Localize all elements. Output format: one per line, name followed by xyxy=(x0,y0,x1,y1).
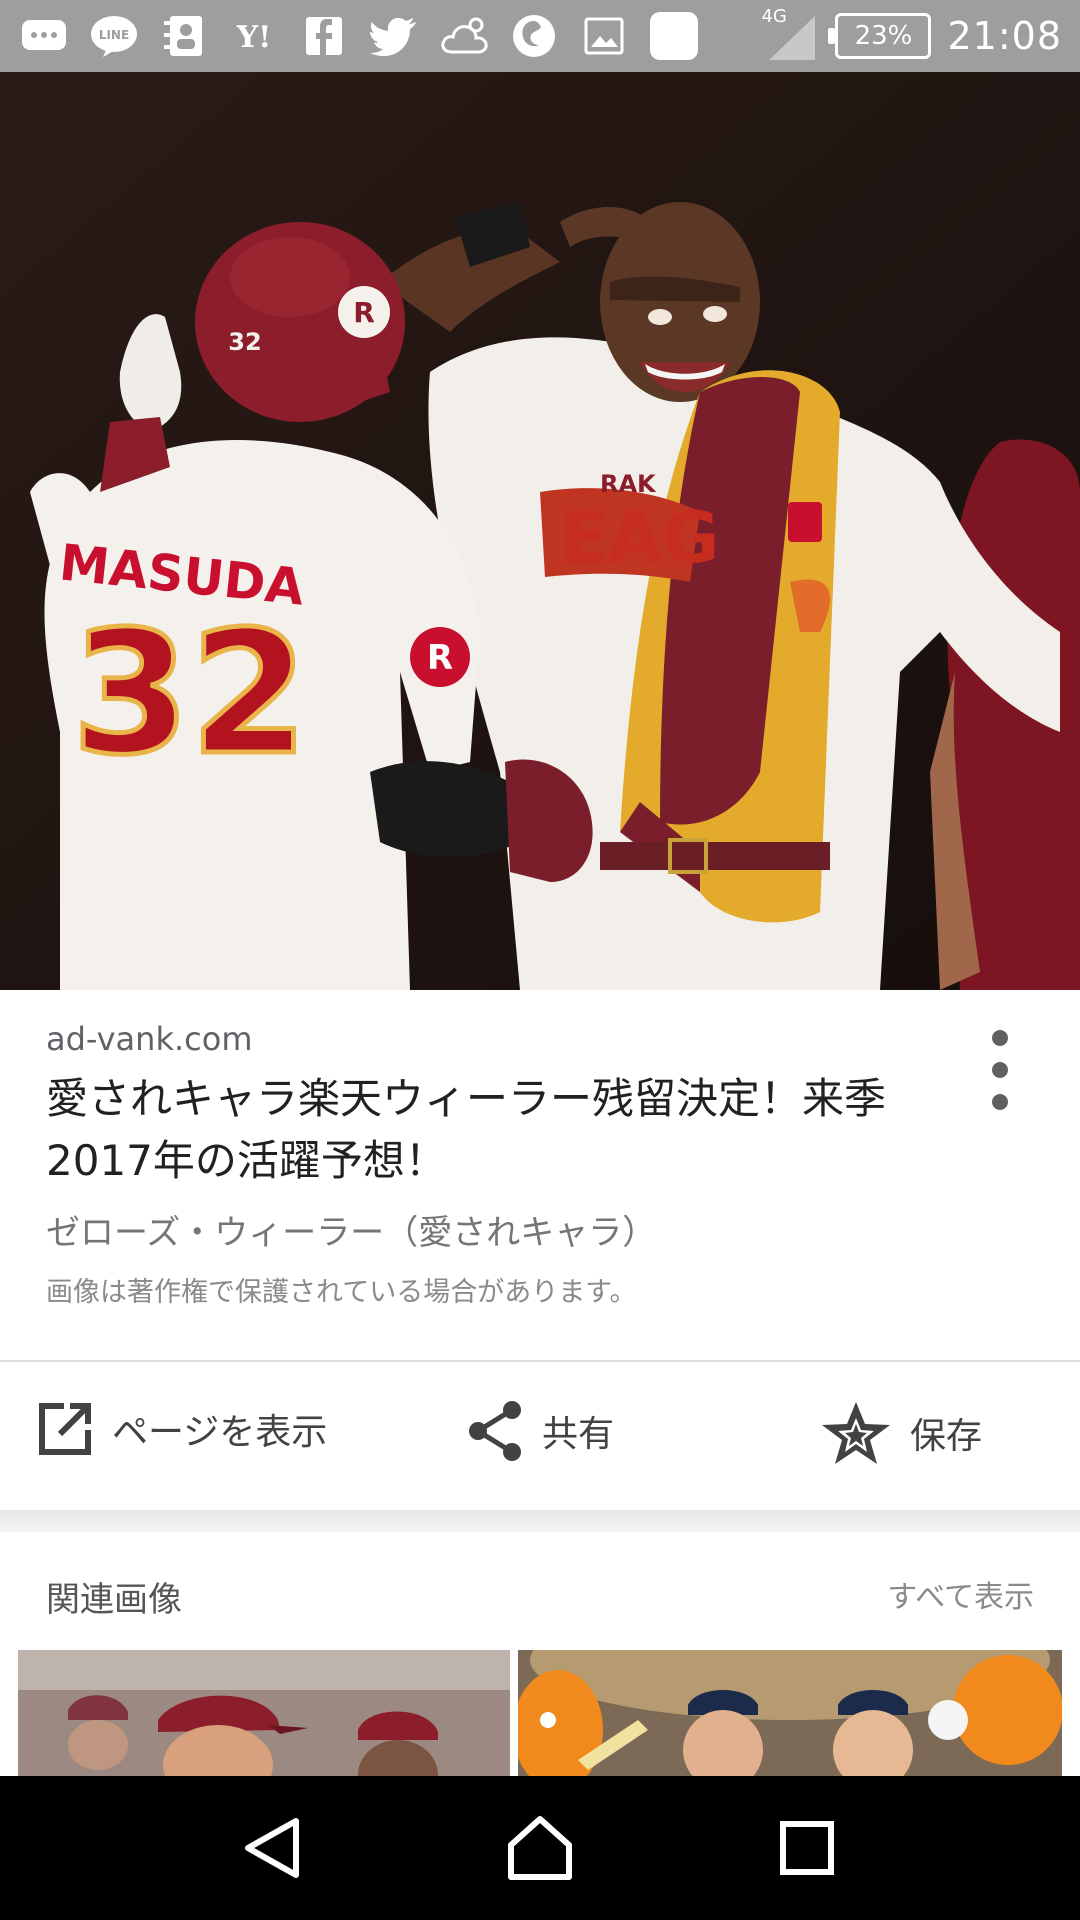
blank-app-icon xyxy=(648,10,700,62)
copyright-notice: 画像は著作権で保護されている場合があります。 xyxy=(46,1277,637,1308)
image-info-panel: ad-vank.com 愛されキャラ楽天ウィーラー残留決定！来季2017年の活躍… xyxy=(0,990,1080,1362)
battery-percent: 23% xyxy=(854,21,913,51)
chat-bubble-icon xyxy=(18,10,70,62)
recent-apps-button[interactable] xyxy=(757,1798,857,1898)
image-viewer-screen: LINE Y! 4G 23% 21:08 EAG RAK R 32 MASUDA… xyxy=(0,0,1080,1920)
source-domain[interactable]: ad-vank.com xyxy=(46,1020,252,1058)
baseball-players-photo: EAG RAK R 32 MASUDA 32 R xyxy=(0,72,1080,990)
share-label: 共有 xyxy=(542,1414,615,1455)
status-bar: LINE Y! 4G 23% 21:08 xyxy=(0,0,1080,72)
network-signal-icon: 4G xyxy=(759,6,819,62)
recent-apps-icon xyxy=(779,1821,834,1875)
star-save-icon xyxy=(822,1402,890,1464)
clock: 21:08 xyxy=(947,14,1062,58)
contacts-icon xyxy=(158,10,210,62)
share-icon xyxy=(469,1401,521,1461)
save-button[interactable]: 保存 xyxy=(820,1400,982,1466)
section-separator xyxy=(0,1510,1080,1532)
action-bar: ページを表示 共有 保存 xyxy=(0,1362,1080,1510)
page-title[interactable]: 愛されキャラ楽天ウィーラー残留決定！来季2017年の活躍予想！ xyxy=(46,1068,946,1192)
main-image[interactable]: EAG RAK R 32 MASUDA 32 R xyxy=(0,72,1080,990)
back-button[interactable] xyxy=(223,1798,323,1898)
svg-text:R: R xyxy=(427,638,453,678)
battery-indicator: 23% xyxy=(828,13,932,59)
image-caption: ゼローズ・ウィーラー（愛されキャラ） xyxy=(46,1213,657,1253)
svg-text:LINE: LINE xyxy=(99,28,129,42)
home-icon xyxy=(507,1816,572,1880)
back-triangle-icon xyxy=(245,1818,300,1878)
navigation-bar xyxy=(0,1776,1080,1920)
firefox-icon xyxy=(508,10,560,62)
related-images-title: 関連画像 xyxy=(46,1580,182,1620)
more-options-icon[interactable] xyxy=(980,1030,1020,1110)
svg-text:R: R xyxy=(353,296,375,329)
home-button[interactable] xyxy=(490,1798,590,1898)
open-in-new-icon xyxy=(39,1403,91,1455)
related-images-section: 関連画像 すべて表示 xyxy=(0,1532,1080,1777)
line-icon: LINE xyxy=(88,10,140,62)
related-thumbnail[interactable] xyxy=(518,1650,1062,1777)
svg-text:Y!: Y! xyxy=(236,20,272,55)
svg-text:RAK: RAK xyxy=(600,470,657,498)
helmet-number: 32 xyxy=(228,328,261,356)
eagles-logo-text: EAG xyxy=(560,497,719,579)
share-button[interactable]: 共有 xyxy=(466,1400,614,1462)
visit-page-button[interactable]: ページを表示 xyxy=(36,1400,327,1458)
twitter-icon xyxy=(368,10,420,62)
jersey-number: 32 xyxy=(72,595,309,793)
yahoo-icon: Y! xyxy=(228,10,280,62)
weather-icon xyxy=(438,10,490,62)
visit-page-label: ページを表示 xyxy=(112,1412,328,1453)
see-all-link[interactable]: すべて表示 xyxy=(887,1572,1034,1616)
facebook-icon xyxy=(298,10,350,62)
related-thumbnail[interactable] xyxy=(18,1650,510,1777)
save-label: 保存 xyxy=(910,1416,983,1457)
image-icon xyxy=(578,10,630,62)
